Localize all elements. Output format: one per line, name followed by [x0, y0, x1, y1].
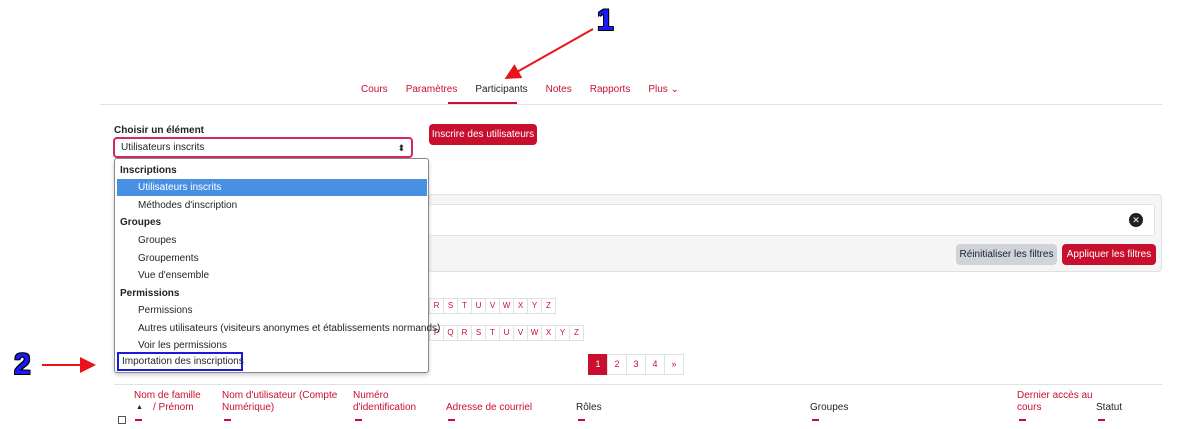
option-permissions[interactable]: Permissions	[117, 302, 427, 319]
collapse-icon[interactable]	[812, 419, 819, 421]
pagination: 1 2 3 4»	[588, 354, 684, 375]
initial-firstname-x[interactable]: X	[513, 298, 528, 314]
course-nav: Cours Paramètres Participants Notes Rapp…	[352, 83, 688, 97]
nav-item-notes[interactable]: Notes	[537, 83, 581, 97]
optgroup-permissions: Permissions	[120, 288, 180, 299]
optgroup-groupes: Groupes	[120, 217, 162, 228]
nav-item-participants[interactable]: Participants	[466, 83, 536, 97]
optgroup-inscriptions: Inscriptions	[120, 165, 177, 176]
initial-lastname-s[interactable]: S	[471, 325, 486, 341]
initial-lastname-r[interactable]: R	[457, 325, 472, 341]
th-username-line2[interactable]: Numérique)	[222, 401, 274, 414]
th-groups: Groupes	[810, 402, 849, 413]
reset-filters-button[interactable]: Réinitialiser les filtres	[956, 244, 1057, 265]
page-4[interactable]: 4	[645, 354, 665, 375]
initial-firstname-s[interactable]: S	[443, 298, 458, 314]
sort-asc-icon: ▲	[136, 404, 143, 411]
filter-row[interactable]	[428, 204, 1155, 236]
option-groupements[interactable]: Groupements	[117, 250, 427, 267]
collapse-icon[interactable]	[224, 419, 231, 421]
initial-lastname-v[interactable]: V	[513, 325, 528, 341]
select-caret-icon: ⬍	[397, 143, 405, 153]
collapse-icon[interactable]	[1019, 419, 1026, 421]
collapse-icon[interactable]	[578, 419, 585, 421]
page-3[interactable]: 3	[626, 354, 646, 375]
select-dropdown-list: Inscriptions Utilisateurs inscrits Métho…	[114, 158, 440, 373]
annotation-number-2: 2	[14, 348, 31, 381]
option-groupes[interactable]: Groupes	[117, 232, 427, 249]
initial-firstname-u[interactable]: U	[471, 298, 486, 314]
page-2[interactable]: 2	[607, 354, 627, 375]
close-icon[interactable]: ✕	[1129, 213, 1143, 227]
collapse-icon[interactable]	[448, 419, 455, 421]
collapse-icon[interactable]	[135, 419, 142, 421]
select-value: Utilisateurs inscrits	[121, 142, 205, 153]
th-status: Statut	[1096, 402, 1123, 413]
initial-lastname-z[interactable]: Z	[569, 325, 584, 341]
annotation-number-1: 1	[597, 4, 614, 37]
option-methodes-inscription[interactable]: Méthodes d'inscription	[117, 197, 427, 214]
th-lastaccess-line2[interactable]: cours	[1017, 401, 1041, 414]
initial-lastname-w[interactable]: W	[527, 325, 542, 341]
select-all-checkbox[interactable]	[118, 416, 126, 424]
select-label: Choisir un élément	[114, 125, 205, 136]
th-email[interactable]: Adresse de courriel	[446, 401, 532, 414]
initial-lastname-y[interactable]: Y	[555, 325, 570, 341]
enrol-users-button[interactable]: Inscrire des utilisateurs	[429, 124, 537, 145]
element-select[interactable]: Utilisateurs inscrits ⬍	[113, 137, 413, 158]
initial-firstname-r[interactable]: R	[429, 298, 444, 314]
collapse-icon[interactable]	[355, 419, 362, 421]
apply-filters-button[interactable]: Appliquer les filtres	[1062, 244, 1156, 265]
collapse-icon[interactable]	[1098, 419, 1105, 421]
option-autres-utilisateurs[interactable]: Autres utilisateurs (visiteurs anonymes …	[117, 320, 440, 337]
initial-lastname-u[interactable]: U	[499, 325, 514, 341]
lastname-initials-bar: PQRSTUVWXYZ	[429, 325, 584, 341]
initial-firstname-t[interactable]: T	[457, 298, 472, 314]
table-header-rule	[114, 384, 1162, 385]
nav-item-parametres[interactable]: Paramètres	[397, 83, 467, 97]
th-roles: Rôles	[576, 402, 602, 413]
annotation-arrow-2	[42, 357, 96, 373]
firstname-initials-bar: RSTUVWXYZ	[429, 298, 556, 314]
nav-item-rapports[interactable]: Rapports	[581, 83, 640, 97]
nav-item-plus[interactable]: Plus ⌄	[639, 83, 688, 97]
initial-firstname-y[interactable]: Y	[527, 298, 542, 314]
page-1[interactable]: 1	[588, 354, 608, 375]
initial-lastname-t[interactable]: T	[485, 325, 500, 341]
annotation-arrow-1	[504, 28, 594, 79]
page-next[interactable]: »	[664, 354, 684, 375]
initial-firstname-w[interactable]: W	[499, 298, 514, 314]
th-idnumber-line2[interactable]: d'identification	[353, 401, 416, 414]
option-vue-ensemble[interactable]: Vue d'ensemble	[117, 267, 427, 284]
initial-firstname-z[interactable]: Z	[541, 298, 556, 314]
initial-lastname-x[interactable]: X	[541, 325, 556, 341]
initial-lastname-q[interactable]: Q	[443, 325, 458, 341]
option-importation-inscriptions[interactable]: Importation des inscriptions	[117, 352, 244, 371]
th-firstname[interactable]: / Prénom	[153, 401, 194, 414]
option-utilisateurs-inscrits[interactable]: Utilisateurs inscrits	[117, 179, 427, 196]
nav-item-cours[interactable]: Cours	[352, 83, 397, 97]
initial-firstname-v[interactable]: V	[485, 298, 500, 314]
nav-divider	[100, 104, 1162, 105]
